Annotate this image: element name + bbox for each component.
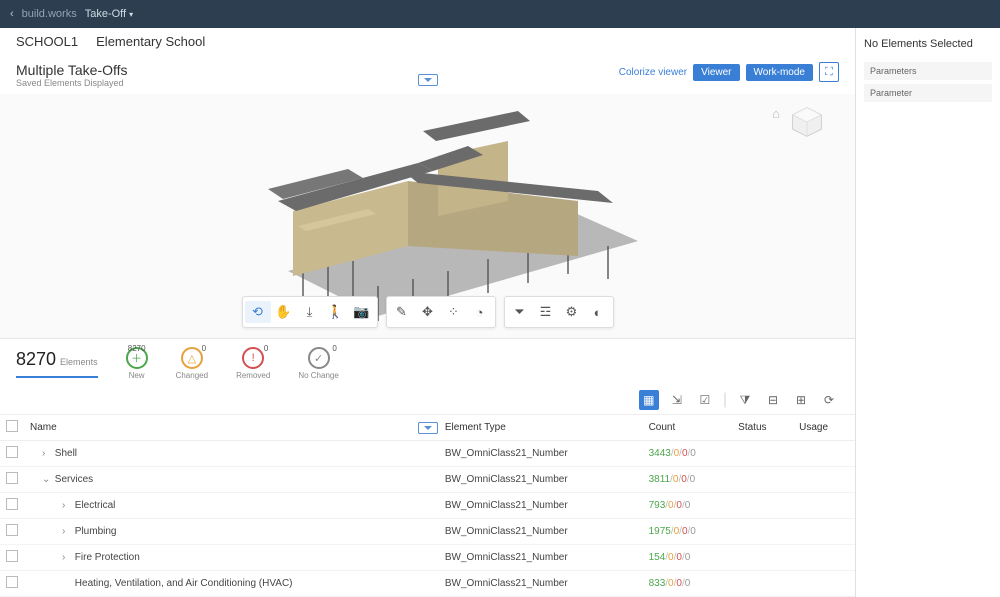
export-icon[interactable]: ⇲	[667, 390, 687, 410]
row-checkbox[interactable]	[6, 498, 18, 510]
stat-changed[interactable]: 0 △ Changed	[176, 347, 208, 380]
expand-icon[interactable]: ›	[62, 500, 72, 511]
orbit-icon[interactable]: ⟲	[245, 301, 271, 323]
table-row[interactable]: › Electrical BW_OmniClass21_Number793000	[0, 493, 855, 519]
refresh-icon[interactable]: ⟳	[819, 390, 839, 410]
stat-nochange[interactable]: 0 ✓ No Change	[298, 347, 338, 380]
table-action-bar: ▦ ⇲ ☑ | ⧩ ⊟ ⊞ ⟳	[0, 386, 855, 414]
expand-icon[interactable]: ⊞	[791, 390, 811, 410]
table-row[interactable]: › Shell BW_OmniClass21_Number3443000	[0, 441, 855, 467]
model-viewport[interactable]: ⌂	[0, 94, 855, 338]
row-count: 154000	[643, 545, 733, 571]
collapse-toggle-mid[interactable]	[418, 422, 438, 434]
workmode-button[interactable]: Work-mode	[746, 64, 814, 81]
stat-new[interactable]: 8270 ＋ New	[126, 347, 148, 380]
grid-view-icon[interactable]: ▦	[639, 390, 659, 410]
total-elements[interactable]: 8270Elements	[16, 349, 98, 378]
col-count[interactable]: Count	[643, 415, 733, 441]
row-name: Services	[55, 474, 93, 485]
breadcrumb: SCHOOL1 Elementary School	[0, 28, 855, 56]
table-row[interactable]: ⌄ Services BW_OmniClass21_Number3811000	[0, 467, 855, 493]
row-name: Plumbing	[75, 526, 117, 537]
row-checkbox[interactable]	[6, 472, 18, 484]
section-parameters[interactable]: Parameters	[864, 62, 992, 80]
row-etype: BW_OmniClass21_Number	[439, 545, 643, 571]
top-nav: ‹ build.works Take-Off ▾	[0, 0, 1000, 28]
cluster-icon[interactable]: ⁘	[441, 301, 467, 323]
row-checkbox[interactable]	[6, 524, 18, 536]
expand-icon[interactable]: ›	[62, 552, 72, 563]
row-count: 1975000	[643, 519, 733, 545]
fullscreen-icon[interactable]: ⛶	[819, 62, 839, 82]
select-all-checkbox[interactable]	[6, 420, 18, 432]
back-icon[interactable]: ‹	[10, 8, 14, 20]
view-cube[interactable]	[789, 104, 825, 140]
row-count: 3443000	[643, 441, 733, 467]
visibility-icon[interactable]: ◔	[467, 301, 493, 323]
table-row[interactable]: › Fire Protection BW_OmniClass21_Number15…	[0, 545, 855, 571]
viewer-subtitle: Saved Elements Displayed	[16, 78, 128, 88]
viewer-button[interactable]: Viewer	[693, 64, 739, 81]
row-etype: BW_OmniClass21_Number	[439, 441, 643, 467]
table-row[interactable]: Heating, Ventilation, and Air Conditioni…	[0, 571, 855, 597]
row-count: 833000	[643, 571, 733, 597]
settings-icon[interactable]: ⚙	[559, 301, 585, 323]
stat-removed[interactable]: 0 ! Removed	[236, 347, 270, 380]
brand-label: build.works	[22, 8, 77, 20]
properties-panel: No Elements Selected Parameters Paramete…	[855, 28, 1000, 597]
elements-table: Name Element Type Count Status Usage › S…	[0, 414, 855, 597]
row-checkbox[interactable]	[6, 446, 18, 458]
row-name: Shell	[55, 448, 77, 459]
zoom-down-icon[interactable]: ⤓	[297, 301, 323, 323]
move-icon[interactable]: ✥	[415, 301, 441, 323]
pencil-icon[interactable]: ✎	[389, 301, 415, 323]
project-name[interactable]: Elementary School	[96, 34, 205, 49]
layers-icon[interactable]: ☲	[533, 301, 559, 323]
row-checkbox[interactable]	[6, 550, 18, 562]
col-status[interactable]: Status	[732, 415, 793, 441]
viewer-toolbar: ⟲ ✋ ⤓ 🚶 📷 ✎ ✥ ⁘ ◔ ⏷ ☲ ⚙ ◐	[242, 296, 614, 328]
col-name[interactable]: Name	[24, 415, 439, 441]
expand-icon[interactable]: ›	[62, 526, 72, 537]
col-element-type[interactable]: Element Type	[439, 415, 643, 441]
check-icon[interactable]: ☑	[695, 390, 715, 410]
col-usage[interactable]: Usage	[793, 415, 855, 441]
home-icon[interactable]: ⌂	[772, 106, 780, 121]
expand-icon[interactable]: ›	[42, 448, 52, 459]
expand-icon[interactable]: ⌄	[42, 474, 52, 485]
walk-icon[interactable]: 🚶	[323, 301, 349, 323]
row-etype: BW_OmniClass21_Number	[439, 519, 643, 545]
row-checkbox[interactable]	[6, 576, 18, 588]
row-etype: BW_OmniClass21_Number	[439, 493, 643, 519]
collapse-icon[interactable]: ⊟	[763, 390, 783, 410]
nav-dropdown-takeoff[interactable]: Take-Off ▾	[85, 8, 133, 20]
table-row[interactable]: › Plumbing BW_OmniClass21_Number1975000	[0, 519, 855, 545]
camera-icon[interactable]: 📷	[349, 301, 375, 323]
section-parameter[interactable]: Parameter	[864, 84, 992, 102]
row-count: 793000	[643, 493, 733, 519]
properties-title: No Elements Selected	[864, 38, 992, 50]
pan-icon[interactable]: ✋	[271, 301, 297, 323]
row-name: Fire Protection	[75, 552, 140, 563]
viewer-title: Multiple Take-Offs	[16, 62, 128, 78]
row-count: 3811000	[643, 467, 733, 493]
tree-icon[interactable]: ⏷	[507, 301, 533, 323]
row-etype: BW_OmniClass21_Number	[439, 467, 643, 493]
contrast-icon[interactable]: ◐	[585, 301, 611, 323]
filter-icon[interactable]: ⧩	[735, 390, 755, 410]
row-name: Electrical	[75, 500, 116, 511]
row-etype: BW_OmniClass21_Number	[439, 571, 643, 597]
project-code[interactable]: SCHOOL1	[16, 34, 78, 49]
row-name: Heating, Ventilation, and Air Conditioni…	[75, 578, 293, 589]
chevron-down-icon: ▾	[129, 10, 133, 19]
